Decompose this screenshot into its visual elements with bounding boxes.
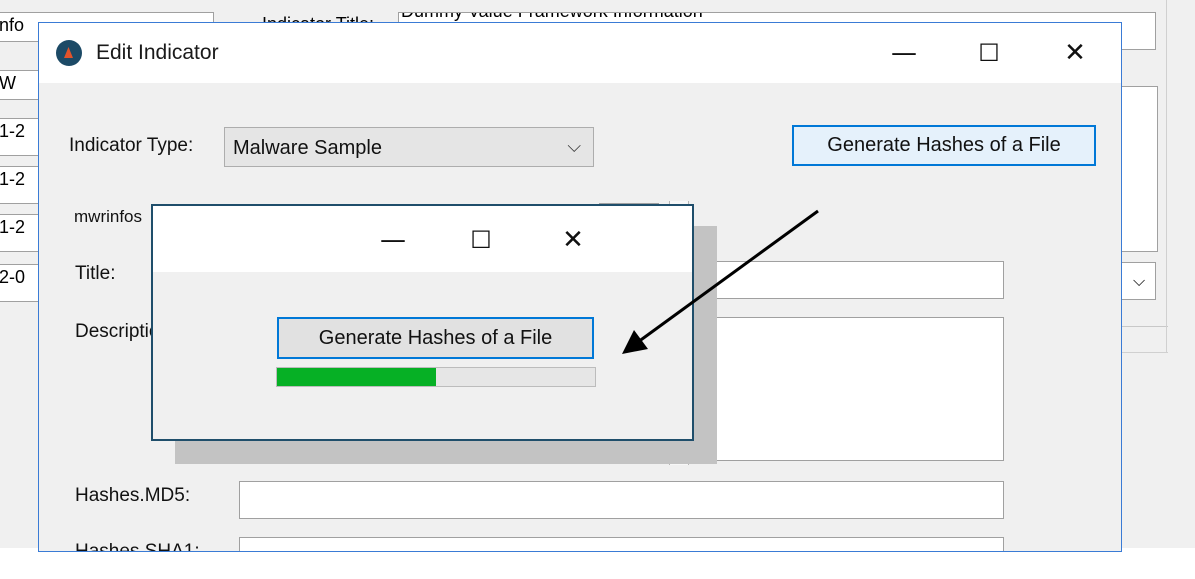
annotation-arrow xyxy=(622,209,819,354)
arrow-head xyxy=(622,330,648,354)
arrow-shaft xyxy=(637,209,819,344)
